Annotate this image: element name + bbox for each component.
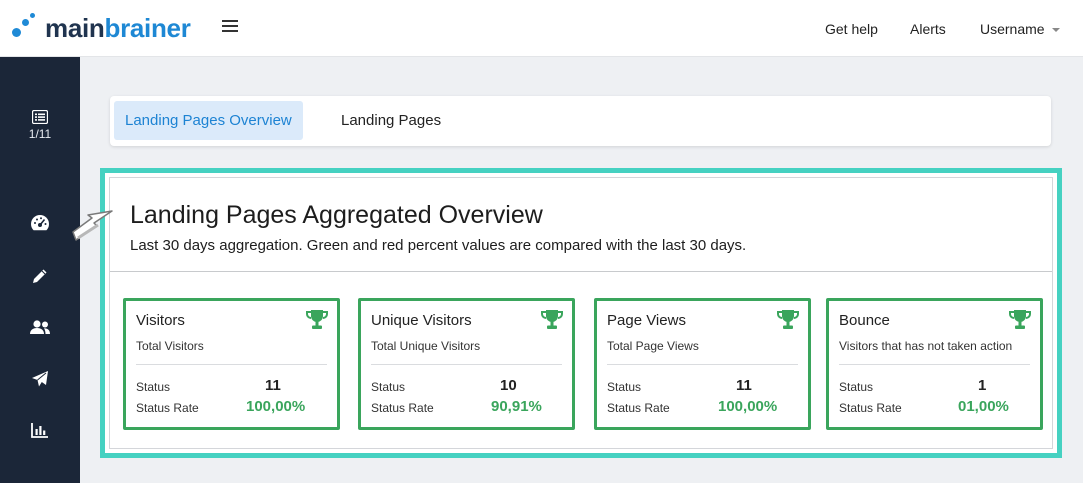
stat-card-bounce[interactable]: Bounce Visitors that has not taken actio…: [826, 298, 1043, 430]
stat-card-title: Unique Visitors: [371, 312, 472, 329]
status-rate-value: 100,00%: [718, 398, 778, 415]
overview-subtitle: Last 30 days aggregation. Green and red …: [130, 237, 747, 254]
top-bar: mainbrainer Get help Alerts Username: [0, 0, 1083, 57]
sidebar-item-edit[interactable]: [0, 267, 80, 285]
alerts-link[interactable]: Alerts: [910, 0, 946, 57]
status-value: 11: [265, 377, 281, 394]
status-rate-label: Status Rate: [607, 401, 670, 415]
status-rate-value: 01,00%: [958, 398, 1009, 415]
status-label: Status: [371, 380, 406, 394]
status-label: Status: [607, 380, 642, 394]
stat-card-divider: [136, 364, 327, 365]
sidebar-item-users[interactable]: [0, 319, 80, 335]
status-label: Status: [839, 380, 874, 394]
status-rate-value: 100,00%: [246, 398, 306, 415]
stat-card-divider: [371, 364, 562, 365]
stat-card-page-views[interactable]: Page Views Total Page Views Status Statu…: [594, 298, 811, 430]
status-value: 1: [978, 377, 987, 394]
users-icon: [30, 320, 50, 334]
caret-down-icon: [1051, 27, 1060, 32]
status-rate-label: Status Rate: [136, 401, 199, 415]
get-help-link[interactable]: Get help: [825, 0, 878, 57]
sidebar-item-reports[interactable]: [0, 422, 80, 438]
stat-card-divider: [839, 364, 1030, 365]
stat-card-unique-visitors[interactable]: Unique Visitors Total Unique Visitors St…: [358, 298, 575, 430]
sidebar-item-dashboard[interactable]: [0, 214, 80, 232]
logo-mark-icon: [12, 13, 42, 43]
stat-card-visitors[interactable]: Visitors Total Visitors Status Status Ra…: [123, 298, 340, 430]
stat-card-description: Total Unique Visitors: [371, 339, 481, 353]
send-icon: [32, 371, 48, 387]
tab-landing-pages-overview[interactable]: Landing Pages Overview: [114, 101, 303, 140]
list-icon: [32, 110, 48, 124]
logo-wordmark: mainbrainer: [45, 13, 191, 43]
stat-card-description: Total Visitors: [136, 339, 204, 353]
status-rate-label: Status Rate: [839, 401, 902, 415]
status-label: Status: [136, 380, 171, 394]
stat-card-description: Visitors that has not taken action: [839, 339, 1013, 353]
trophy-icon: [777, 310, 799, 329]
overview-panel: Landing Pages Aggregated Overview Last 3…: [109, 177, 1053, 449]
stat-card-title: Page Views: [607, 312, 686, 329]
user-menu-dropdown[interactable]: Username: [980, 0, 1060, 57]
trophy-icon: [1009, 310, 1031, 329]
tab-landing-pages[interactable]: Landing Pages: [330, 101, 452, 140]
overview-highlight-frame: Landing Pages Aggregated Overview Last 3…: [100, 168, 1062, 458]
status-value: 11: [736, 377, 752, 394]
dashboard-icon: [31, 215, 49, 231]
status-rate-value: 90,91%: [491, 398, 542, 415]
stat-card-divider: [607, 364, 798, 365]
pencil-icon: [33, 269, 47, 283]
trophy-icon: [541, 310, 563, 329]
bar-chart-icon: [31, 423, 48, 438]
status-value: 10: [500, 377, 517, 394]
tabs-bar: Landing Pages Overview Landing Pages: [110, 96, 1051, 146]
overview-title: Landing Pages Aggregated Overview: [130, 201, 543, 229]
sidebar-item-list[interactable]: 1/11: [0, 110, 80, 141]
status-rate-label: Status Rate: [371, 401, 434, 415]
trophy-icon: [306, 310, 328, 329]
sidebar-item-send[interactable]: [0, 370, 80, 388]
sidebar: 1/11: [0, 57, 80, 483]
divider: [110, 271, 1052, 272]
logo[interactable]: mainbrainer: [12, 13, 191, 43]
pointer-arrow-icon: [72, 210, 113, 241]
stat-card-title: Bounce: [839, 312, 890, 329]
hamburger-icon[interactable]: [222, 20, 238, 34]
stat-card-description: Total Page Views: [607, 339, 699, 353]
sidebar-item-count: 1/11: [28, 127, 52, 141]
stat-card-title: Visitors: [136, 312, 185, 329]
